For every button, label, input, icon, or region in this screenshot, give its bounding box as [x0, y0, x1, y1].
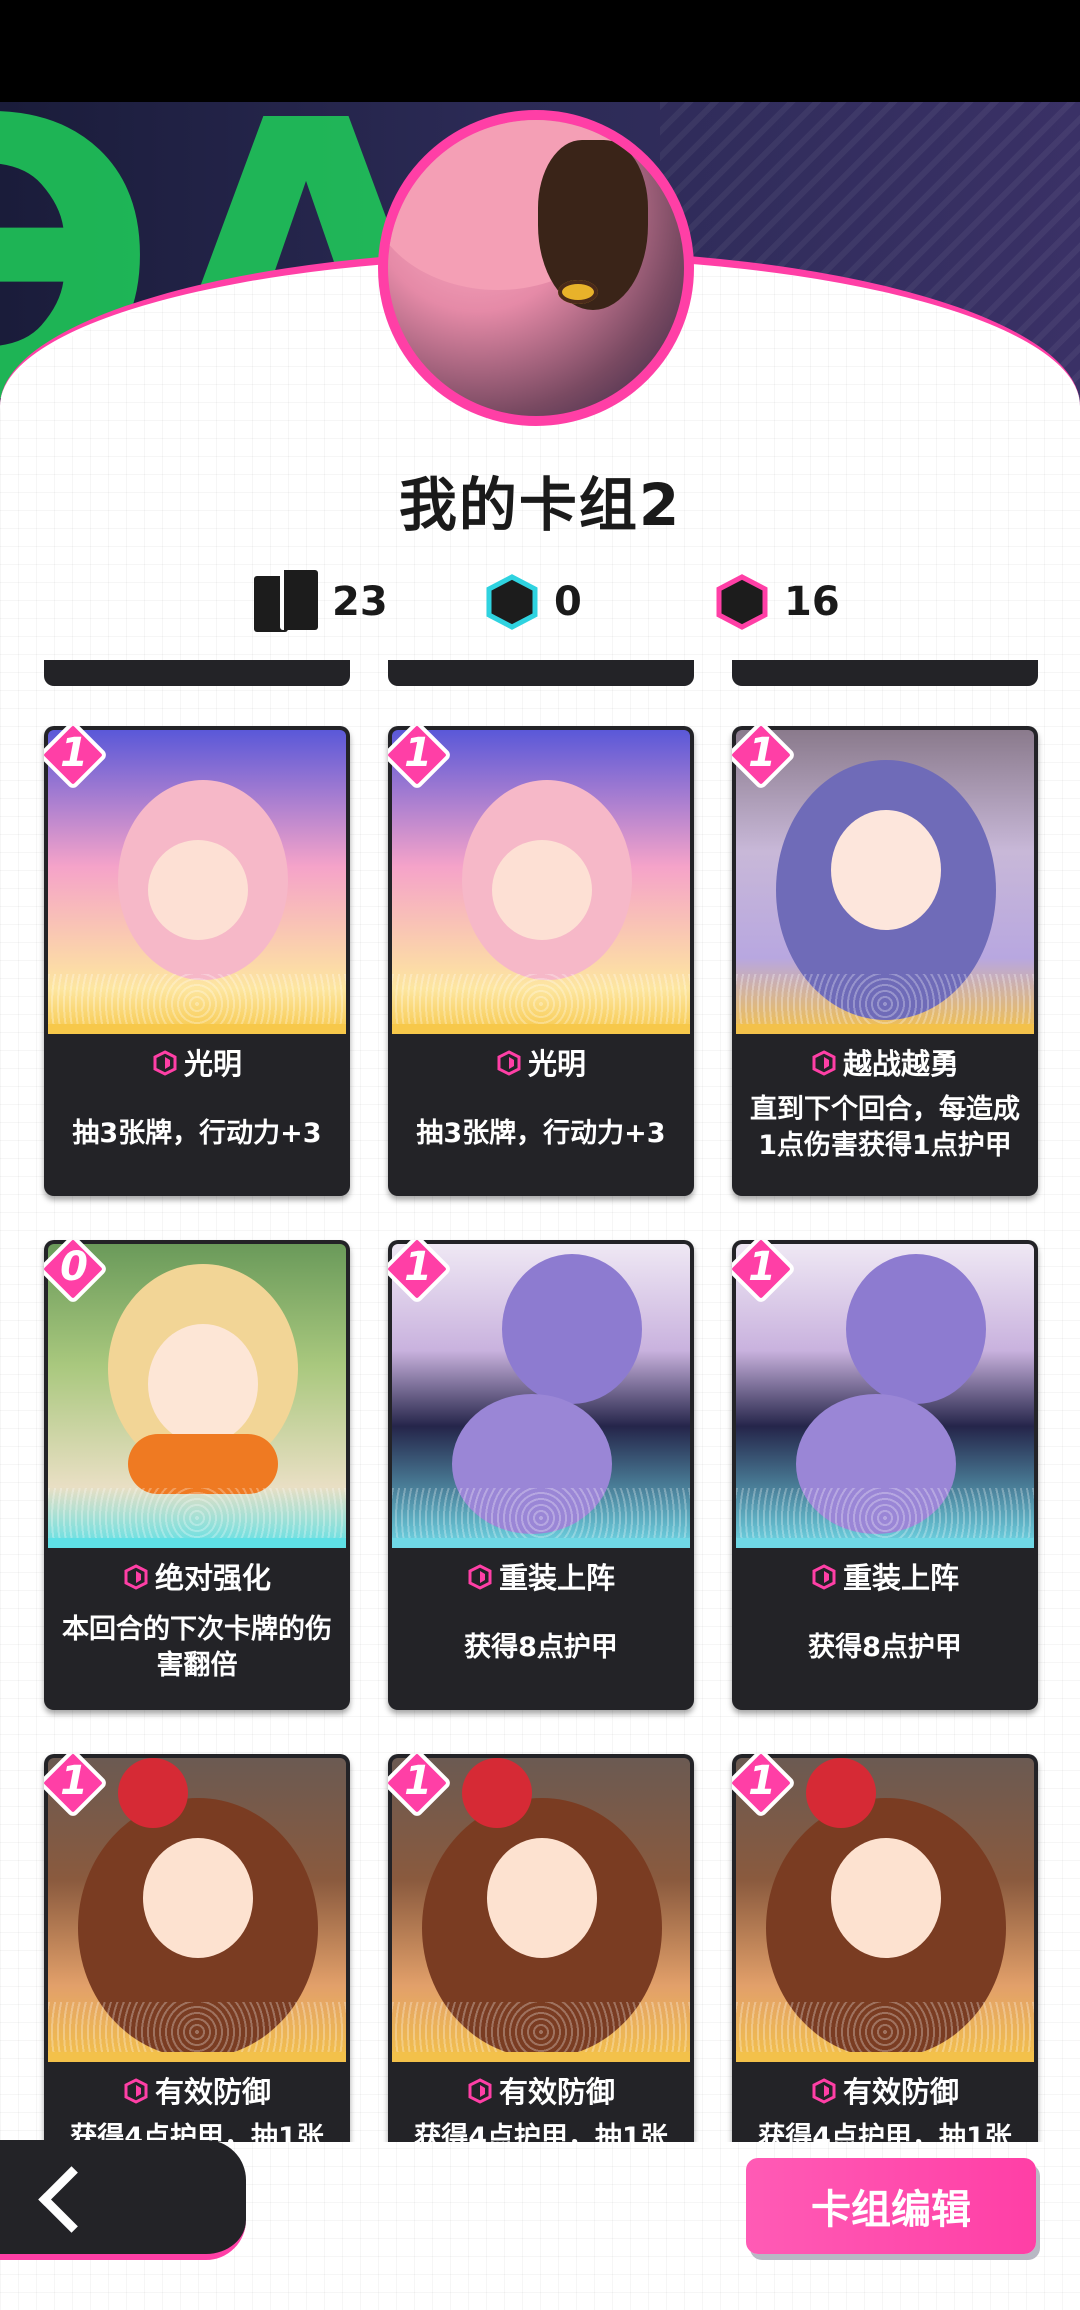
status-bar	[0, 0, 1080, 102]
cyan-count: 0	[554, 579, 582, 625]
chevron-left-icon	[38, 2166, 105, 2233]
card-item[interactable]: 1 光明 抽3张牌，行动力+3	[388, 726, 694, 1196]
card-name: 有效防御	[732, 2069, 1038, 2111]
card-description: 获得4点护甲，抽1张	[758, 2122, 1012, 2142]
cards-icon	[254, 570, 318, 634]
card-description: 直到下个回合，每造成1点伤害获得1点护甲	[750, 1094, 1020, 1161]
cost-badge: 1	[388, 1240, 454, 1306]
card-partial[interactable]	[44, 660, 350, 686]
cost-badge: 1	[732, 1754, 798, 1820]
hexagon-icon	[467, 1563, 493, 1590]
card-item[interactable]: 0 绝对强化 本回合的下次卡牌的伤害翻倍	[44, 1240, 350, 1710]
cyan-hexagon-icon	[484, 574, 540, 630]
hexagon-icon	[152, 1049, 178, 1076]
card-description: 获得8点护甲	[464, 1632, 618, 1663]
cost-badge: 1	[732, 1240, 798, 1306]
card-description: 获得4点护甲，抽1张	[414, 2122, 668, 2142]
cost-badge: 1	[44, 1754, 110, 1820]
card-description: 获得8点护甲	[808, 1632, 962, 1663]
card-description: 获得4点护甲，抽1张	[70, 2122, 324, 2142]
card-name: 绝对强化	[44, 1555, 350, 1597]
card-name: 重装上阵	[732, 1555, 1038, 1597]
card-name: 光明	[44, 1041, 350, 1083]
card-name: 越战越勇	[732, 1041, 1038, 1083]
card-name: 有效防御	[44, 2069, 350, 2111]
card-item[interactable]: 1 重装上阵 获得8点护甲	[732, 1240, 1038, 1710]
hexagon-icon	[123, 1563, 149, 1590]
hexagon-icon	[811, 2077, 837, 2104]
card-item[interactable]: 1 光明 抽3张牌，行动力+3	[44, 726, 350, 1196]
card-name: 光明	[388, 1041, 694, 1083]
card-name: 重装上阵	[388, 1555, 694, 1597]
hexagon-icon	[123, 2077, 149, 2104]
deck-avatar[interactable]	[378, 110, 694, 426]
card-partial[interactable]	[388, 660, 694, 686]
card-description: 抽3张牌，行动力+3	[416, 1118, 666, 1149]
cost-badge: 1	[388, 726, 454, 792]
hexagon-icon	[496, 1049, 522, 1076]
card-item[interactable]: 1 有效防御 获得4点护甲，抽1张	[388, 1754, 694, 2142]
cost-badge: 1	[44, 726, 110, 792]
magenta-hexagon-icon	[714, 574, 770, 630]
magenta-count: 16	[784, 579, 840, 625]
card-count-stat: 23	[254, 570, 388, 634]
cost-badge: 1	[388, 1754, 454, 1820]
card-item[interactable]: 1 有效防御 获得4点护甲，抽1张	[732, 1754, 1038, 2142]
card-partial[interactable]	[732, 660, 1038, 686]
avatar-eye	[558, 280, 598, 304]
cyan-cost-stat: 0	[484, 572, 582, 632]
hexagon-icon	[811, 1563, 837, 1590]
card-name: 有效防御	[388, 2069, 694, 2111]
card-grid[interactable]: 1 光明 抽3张牌，行动力+3 1 光明 抽3张牌，行动力+3 1 越战越勇 直…	[0, 660, 1080, 2142]
deck-title: 我的卡组2	[398, 471, 682, 539]
card-item[interactable]: 1 重装上阵 获得8点护甲	[388, 1240, 694, 1710]
edit-deck-button[interactable]: 卡组编辑	[746, 2158, 1036, 2254]
cost-badge: 1	[732, 726, 798, 792]
card-count: 23	[332, 579, 388, 625]
back-button[interactable]	[0, 2140, 246, 2260]
card-item[interactable]: 1 有效防御 获得4点护甲，抽1张	[44, 1754, 350, 2142]
card-item[interactable]: 1 越战越勇 直到下个回合，每造成1点伤害获得1点护甲	[732, 726, 1038, 1196]
hexagon-icon	[811, 1049, 837, 1076]
cost-badge: 0	[44, 1240, 110, 1306]
card-description: 本回合的下次卡牌的伤害翻倍	[62, 1614, 332, 1681]
hexagon-icon	[467, 2077, 493, 2104]
card-description: 抽3张牌，行动力+3	[72, 1118, 322, 1149]
magenta-cost-stat: 16	[714, 572, 840, 632]
